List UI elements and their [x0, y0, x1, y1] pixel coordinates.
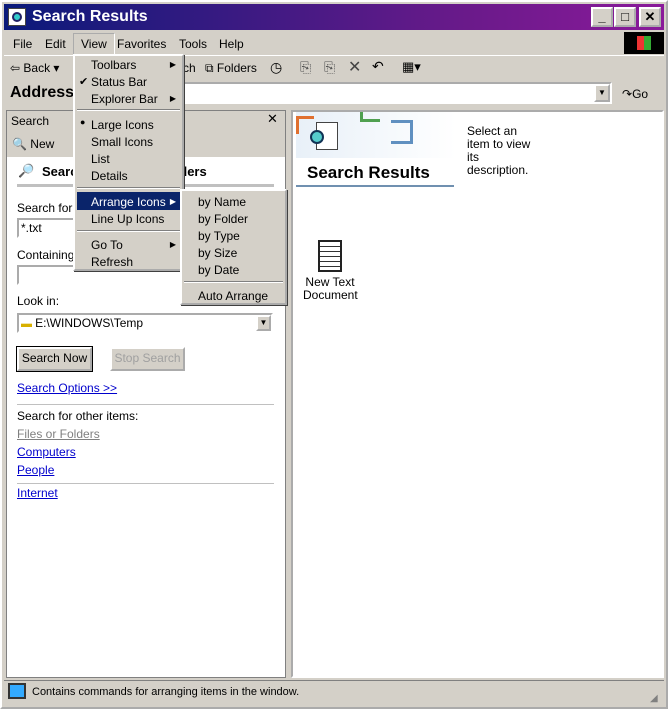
menu-item-by-type[interactable]: by Type	[198, 229, 240, 243]
menu-item-by-name[interactable]: by Name	[198, 195, 246, 209]
menu-file[interactable]: File	[13, 37, 32, 51]
file-item-label: New Text Document	[303, 275, 358, 302]
menu-item-large-icons[interactable]: Large Icons	[91, 118, 154, 132]
file-item[interactable]: New Text Document	[303, 240, 358, 302]
address-input[interactable]	[180, 82, 612, 104]
window-title: Search Results	[32, 8, 148, 25]
back-button[interactable]: ⇦ Back ▾	[10, 61, 59, 75]
delete-icon[interactable]: ✕	[348, 57, 361, 77]
windows-logo-icon	[624, 32, 664, 54]
folders-button[interactable]: ⧉ Folders	[205, 61, 257, 76]
menu-edit[interactable]: Edit	[45, 37, 66, 51]
address-label: Address	[10, 84, 75, 101]
check-icon: ✔	[79, 76, 89, 88]
folder-icon: ▬	[21, 318, 32, 330]
menu-item-explorer-bar[interactable]: Explorer Bar	[91, 92, 158, 106]
look-in-label: Look in:	[17, 294, 60, 308]
radio-dot-icon: ●	[80, 117, 86, 127]
menu-item-status-bar[interactable]: Status Bar	[91, 75, 147, 89]
menu-help[interactable]: Help	[219, 37, 244, 51]
menu-item-go-to[interactable]: Go To	[91, 238, 123, 252]
menu-item-details[interactable]: Details	[91, 169, 128, 183]
menu-item-line-up-icons[interactable]: Line Up Icons	[91, 212, 164, 226]
arrange-icons-submenu: by Name by Folder by Type by Size by Dat…	[180, 189, 287, 305]
address-dropdown-button[interactable]: ▼	[594, 84, 610, 102]
menu-item-toolbars[interactable]: Toolbars	[91, 58, 136, 72]
copy-to-icon[interactable]: ⎘	[324, 59, 335, 76]
internet-link[interactable]: Internet	[17, 486, 58, 500]
title-bar: Search Results	[4, 4, 664, 30]
look-in-select[interactable]: ▬ E:\WINDOWS\Temp	[17, 313, 273, 333]
results-pane	[291, 110, 664, 678]
menu-favorites[interactable]: Favorites	[117, 37, 166, 51]
search-button[interactable]: ch	[183, 61, 196, 75]
menu-item-auto-arrange[interactable]: Auto Arrange	[198, 289, 268, 303]
maximize-button[interactable]: □	[614, 7, 636, 27]
views-icon[interactable]: ▦▾	[402, 59, 421, 75]
menu-item-list[interactable]: List	[91, 152, 110, 166]
menu-item-by-date[interactable]: by Date	[198, 263, 239, 277]
search-pane-header: Search	[11, 114, 50, 128]
move-to-icon[interactable]: ⎘	[300, 59, 311, 76]
other-items-label: Search for other items:	[17, 409, 139, 423]
files-or-folders-link[interactable]: Files or Folders	[17, 427, 100, 441]
menu-item-refresh[interactable]: Refresh	[91, 255, 133, 269]
status-text: Contains commands for arranging items in…	[32, 686, 300, 698]
view-menu: Toolbars ▶ ✔ Status Bar Explorer Bar ▶ ● L…	[73, 54, 184, 271]
search-results-banner-icon	[296, 112, 456, 158]
menu-item-by-folder[interactable]: by Folder	[198, 212, 248, 226]
arrange-icons-label: Arrange Icons	[91, 195, 166, 209]
menu-item-small-icons[interactable]: Small Icons	[91, 135, 153, 149]
search-window-icon	[8, 8, 26, 26]
new-search-button[interactable]: 🔍 New	[12, 137, 54, 151]
results-title: Search Results	[307, 163, 430, 182]
computer-icon	[8, 683, 26, 699]
search-now-button[interactable]: Search Now	[16, 346, 93, 372]
undo-icon[interactable]: ↶	[372, 58, 384, 75]
close-pane-button[interactable]: ✕	[267, 111, 278, 127]
menu-view[interactable]: View	[73, 33, 115, 55]
results-hint: Select an item to view its description.	[467, 124, 531, 177]
menu-item-by-size[interactable]: by Size	[198, 246, 237, 260]
search-options-link[interactable]: Search Options >>	[17, 381, 117, 395]
history-icon[interactable]: ◷	[270, 59, 282, 76]
go-button[interactable]: ↷Go	[622, 87, 648, 101]
stop-search-button[interactable]: Stop Search	[110, 347, 185, 371]
text-document-icon	[318, 240, 342, 272]
resize-grip-icon[interactable]: ◢	[650, 693, 658, 704]
look-in-dropdown-button[interactable]: ▼	[256, 315, 271, 331]
menu-tools[interactable]: Tools	[179, 37, 207, 51]
minimize-button[interactable]: _	[591, 7, 613, 27]
people-link[interactable]: People	[17, 463, 54, 477]
computers-link[interactable]: Computers	[17, 445, 76, 459]
close-button[interactable]: ✕	[639, 7, 661, 27]
search-files-icon: 🔎	[18, 163, 35, 178]
